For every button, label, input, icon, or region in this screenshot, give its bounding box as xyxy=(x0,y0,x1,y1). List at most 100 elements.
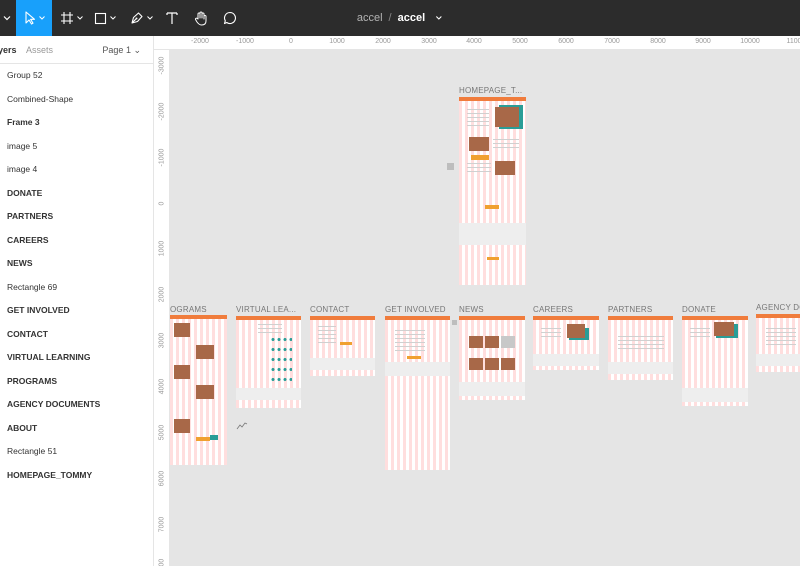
layer-item[interactable]: image 4 xyxy=(0,158,153,182)
chevron-down-icon xyxy=(110,16,116,20)
ruler-tick-y-label: 3000 xyxy=(158,332,166,348)
frame-label-get-involved[interactable]: GET INVOLVED xyxy=(385,305,446,314)
dot-row xyxy=(270,378,292,381)
layer-item[interactable]: PARTNERS xyxy=(0,205,153,229)
layer-item[interactable]: CAREERS xyxy=(0,229,153,253)
dot-row xyxy=(270,358,292,361)
frame-programs[interactable] xyxy=(170,315,227,465)
layer-item[interactable]: Rectangle 51 xyxy=(0,440,153,464)
vector-scribble xyxy=(236,422,248,430)
footer-band xyxy=(533,354,599,366)
chevron-down-icon xyxy=(76,16,83,20)
ruler-tick-x: 3000 xyxy=(421,38,437,45)
hand-tool-button[interactable] xyxy=(188,0,214,36)
canvas-marker xyxy=(447,163,454,170)
ruler-tick-y-label: 8000 xyxy=(158,558,166,566)
comment-icon xyxy=(223,11,236,25)
frame-donate[interactable] xyxy=(682,316,748,406)
frame-agency-documents[interactable] xyxy=(756,314,800,372)
text-icon xyxy=(166,12,178,24)
nav-bar xyxy=(385,316,450,320)
nav-bar xyxy=(756,314,800,318)
ruler-tick-x: 2000 xyxy=(375,38,391,45)
frame-label-contact[interactable]: CONTACT xyxy=(310,305,349,314)
frame-partners[interactable] xyxy=(608,316,673,380)
hero-photo xyxy=(495,107,519,127)
frame-label-virtual-learning[interactable]: VIRTUAL LEA... xyxy=(236,305,296,314)
layer-item[interactable]: image 5 xyxy=(0,135,153,159)
frame-virtual-learning[interactable] xyxy=(236,316,301,408)
main-menu-button[interactable] xyxy=(0,0,14,36)
contact-text xyxy=(318,326,336,346)
layer-item[interactable]: VIRTUAL LEARNING xyxy=(0,346,153,370)
footer-band xyxy=(608,362,673,374)
frame-label-partners[interactable]: PARTNERS xyxy=(608,305,652,314)
file-name[interactable]: accel xyxy=(398,12,426,24)
frame-label-donate[interactable]: DONATE xyxy=(682,305,716,314)
layer-item[interactable]: ABOUT xyxy=(0,417,153,441)
layer-item[interactable]: Combined-Shape xyxy=(0,88,153,112)
footer-band xyxy=(236,388,301,400)
pen-tool-button[interactable] xyxy=(126,0,156,36)
nav-bar xyxy=(459,97,526,101)
layer-item[interactable]: Group 52 xyxy=(0,64,153,88)
tab-assets[interactable]: Assets xyxy=(26,45,53,55)
ruler-tick-x: -2000 xyxy=(191,38,209,45)
layer-item[interactable]: Frame 3 xyxy=(0,111,153,135)
layer-item[interactable]: AGENCY DOCUMENTS xyxy=(0,393,153,417)
program-photo-4 xyxy=(196,385,214,399)
chevron-down-icon xyxy=(38,16,45,20)
frame-contact[interactable] xyxy=(310,316,375,376)
careers-text xyxy=(541,328,561,340)
partner-logos xyxy=(618,336,664,352)
vertical-ruler: -3000 -2000 -1000 0 1000 2000 3000 4000 5000 6000… xyxy=(154,50,170,566)
ruler-tick-y: -1000 xyxy=(154,148,170,166)
layer-item[interactable]: HOMEPAGE_TOMMY xyxy=(0,464,153,488)
page-selector[interactable]: Page 1 ⌄ xyxy=(102,45,141,56)
frame-label-careers[interactable]: CAREERS xyxy=(533,305,573,314)
move-tool-button[interactable] xyxy=(16,0,52,36)
dot-row xyxy=(270,368,292,371)
news-photo xyxy=(469,336,483,348)
comment-tool-button[interactable] xyxy=(218,0,242,36)
layer-item[interactable]: PROGRAMS xyxy=(0,370,153,394)
footer-band xyxy=(682,388,748,402)
cta-button xyxy=(485,205,499,209)
frame-label-news[interactable]: NEWS xyxy=(459,305,484,314)
frame-label-agency-documents[interactable]: AGENCY DO xyxy=(756,303,800,312)
frame-label-programs[interactable]: OGRAMS xyxy=(170,305,207,314)
layer-item[interactable]: CONTACT xyxy=(0,323,153,347)
ruler-tick-y-label: 7000 xyxy=(158,516,166,532)
chevron-down-icon[interactable] xyxy=(435,14,443,22)
nav-bar xyxy=(236,316,301,320)
news-photo-6 xyxy=(501,358,515,370)
nav-bar xyxy=(459,316,525,320)
ruler-tick-y: -2000 xyxy=(154,102,170,120)
dot-row xyxy=(270,348,292,351)
tab-layers[interactable]: yers xyxy=(0,45,17,55)
design-canvas[interactable]: HOMEPAGE_T... OGRAMS VIRTUAL LEA... CONT… xyxy=(170,50,800,566)
frame-homepage[interactable] xyxy=(459,97,526,285)
frame-tool-button[interactable] xyxy=(56,0,86,36)
text-tool-button[interactable] xyxy=(160,0,184,36)
ruler-tick-y-label: -2000 xyxy=(158,102,166,120)
ruler-tick-y-label: -3000 xyxy=(158,56,166,74)
horizontal-ruler: -2000 -1000 0 1000 2000 3000 4000 5000 6000 7000 8… xyxy=(154,36,800,50)
layer-item[interactable]: Rectangle 69 xyxy=(0,276,153,300)
frame-label-homepage[interactable]: HOMEPAGE_T... xyxy=(459,86,522,95)
donate-photo xyxy=(714,322,734,336)
footer-band xyxy=(385,362,450,376)
program-photo-2 xyxy=(196,345,214,359)
frame-careers[interactable] xyxy=(533,316,599,370)
layer-item[interactable]: DONATE xyxy=(0,182,153,206)
feature-text-2 xyxy=(467,163,491,175)
frame-get-involved[interactable] xyxy=(385,316,450,470)
layer-item[interactable]: NEWS xyxy=(0,252,153,276)
project-name[interactable]: accel xyxy=(357,12,383,24)
feature-photo xyxy=(469,137,489,151)
shape-tool-button[interactable] xyxy=(90,0,120,36)
frame-news[interactable] xyxy=(459,316,525,400)
layer-item[interactable]: GET INVOLVED xyxy=(0,299,153,323)
ruler-tick-y-label: 2000 xyxy=(158,286,166,302)
feature-photo-2 xyxy=(495,161,515,175)
